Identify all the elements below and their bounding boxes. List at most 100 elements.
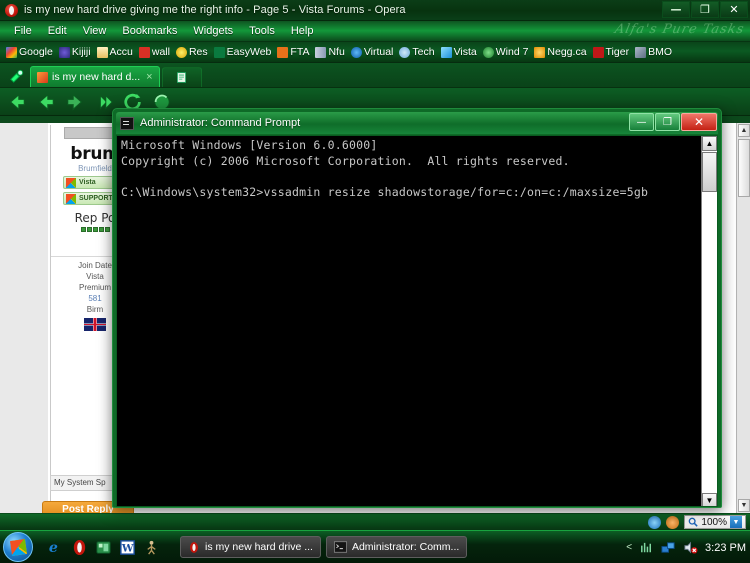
rep-dot [92,227,98,232]
bookmark-bmo[interactable]: BMO [632,45,675,59]
cmd-maximize-button[interactable]: ❐ [655,113,680,131]
cmd-scroll-down-arrow[interactable]: ▼ [702,493,717,506]
bookmark-easyweb[interactable]: EasyWeb [211,45,275,59]
bookmark-google[interactable]: Google [3,45,56,59]
tab-favicon [37,71,48,83]
zoom-dropdown-caret[interactable]: ▼ [730,516,742,528]
menu-tools[interactable]: Tools [241,23,283,39]
bookmark-wall[interactable]: wall [136,45,173,59]
media-center-icon[interactable] [95,539,112,556]
virtual-icon [350,46,362,58]
new-tab-tool-icon[interactable] [4,66,28,87]
desktop-screen: is my new hard drive giving me the right… [0,0,750,563]
tiger-icon [592,46,604,58]
bookmark-vista[interactable]: Vista [438,45,480,59]
internet-explorer-icon[interactable]: e [47,539,64,556]
res-icon [175,46,187,58]
newegg-icon [534,46,546,58]
bookmark-accu[interactable]: Accu [94,45,136,59]
kijiji-icon [58,46,70,58]
bookmark-label: Virtual [363,46,394,58]
cmd-close-button[interactable]: ✕ [681,113,717,131]
vista-icon [440,46,452,58]
cmd-minimize-button[interactable]: — [629,113,654,131]
opera-palette-icon[interactable] [666,515,680,529]
bookmark-tech[interactable]: Tech [396,45,437,59]
wind7-icon [482,46,494,58]
cmd-console-body[interactable]: Microsoft Windows [Version 6.0.6000] Cop… [116,135,718,507]
opera-status-icon [648,515,662,529]
badge-label: SUPPORT [79,195,113,202]
windows-taskbar: e W is my new hard drive ... Administrat… [0,530,750,563]
opera-window-controls: — ❐ ✕ [662,1,748,18]
rewind-button[interactable] [64,91,86,113]
bookmark-label: Wind 7 [495,46,529,58]
menu-view[interactable]: View [75,23,115,39]
tab-close-icon[interactable]: × [146,71,152,83]
start-button[interactable] [3,532,33,562]
td-icon [213,46,225,58]
bookmark-wind7[interactable]: Wind 7 [480,45,532,59]
page-scroll-up-arrow[interactable]: ▲ [738,124,750,137]
page-scroll-thumb[interactable] [738,139,750,197]
bookmark-label: EasyWeb [226,46,272,58]
bookmark-virtual[interactable]: Virtual [348,45,397,59]
page-vertical-scrollbar[interactable]: ▲ ▼ [736,123,750,513]
opera-icon[interactable] [71,539,88,556]
show-desktop-icon[interactable] [143,539,160,556]
cmd-console-text: Microsoft Windows [Version 6.0.6000] Cop… [121,138,649,199]
forward-button[interactable] [35,91,57,113]
menu-widgets[interactable]: Widgets [185,23,241,39]
cmd-vertical-scrollbar[interactable]: ▲ ▼ [701,136,717,506]
bookmark-label: wall [151,46,170,58]
opera-title-bar: is my new hard drive giving me the right… [0,0,750,21]
taskbar-clock[interactable]: 3:23 PM [705,542,746,554]
tab-inactive-panel[interactable] [161,67,202,87]
fast-forward-button[interactable] [93,91,115,113]
zoom-control[interactable]: 100% ▼ [684,515,746,529]
opera-minimize-button[interactable]: — [662,1,690,18]
uk-flag-icon [84,318,106,331]
cmd-scroll-thumb[interactable] [702,152,717,192]
bookmark-label: BMO [648,46,672,58]
windows-flag-icon [66,193,76,204]
network-activity-icon[interactable] [639,540,654,555]
back-button[interactable] [6,91,28,113]
opera-bookmark-bar: Google Kijiji Accu wall Res EasyWeb FTA … [0,42,750,63]
windows-flag-icon [66,177,76,188]
google-icon [6,46,17,58]
opera-window-title: is my new hard drive giving me the right… [24,4,406,16]
cmd-scroll-up-arrow[interactable]: ▲ [702,136,717,151]
menu-bookmarks[interactable]: Bookmarks [114,23,185,39]
opera-close-button[interactable]: ✕ [720,1,748,18]
bookmark-tiger[interactable]: Tiger [590,45,633,59]
accu-icon [96,46,108,58]
bookmark-fta[interactable]: FTA [274,45,312,59]
rep-dot [104,227,110,232]
word-icon[interactable]: W [119,539,136,556]
bookmark-newegg[interactable]: Negg.ca [531,45,589,59]
page-scroll-down-arrow[interactable]: ▼ [738,499,750,512]
rep-dot [80,227,86,232]
svg-text:e: e [49,540,58,556]
taskbar-item-label: is my new hard drive ... [205,541,313,553]
tab-vista-forums[interactable]: is my new hard d... × [30,66,160,87]
taskbar-item-opera[interactable]: is my new hard drive ... [180,536,321,558]
bookmark-kijiji[interactable]: Kijiji [56,45,94,59]
menu-edit[interactable]: Edit [40,23,75,39]
bookmark-res[interactable]: Res [173,45,211,59]
menu-file[interactable]: File [6,23,40,39]
cmd-title-bar[interactable]: Administrator: Command Prompt — ❐ ✕ [116,112,718,134]
windows-logo-icon [9,538,27,556]
menu-help[interactable]: Help [283,23,322,39]
bookmark-label: Google [19,46,53,58]
cmd-window-controls: — ❐ ✕ [629,113,717,131]
tray-expand-caret[interactable]: < [626,542,632,553]
network-icon[interactable] [661,540,676,555]
volume-muted-icon[interactable] [683,540,698,555]
opera-restore-button[interactable]: ❐ [691,1,719,18]
opera-status-bar: 100% ▼ [0,513,750,530]
taskbar-item-command-prompt[interactable]: Administrator: Comm... [325,536,468,558]
bmo-icon [635,46,647,58]
bookmark-nfu[interactable]: Nfu [312,45,347,59]
